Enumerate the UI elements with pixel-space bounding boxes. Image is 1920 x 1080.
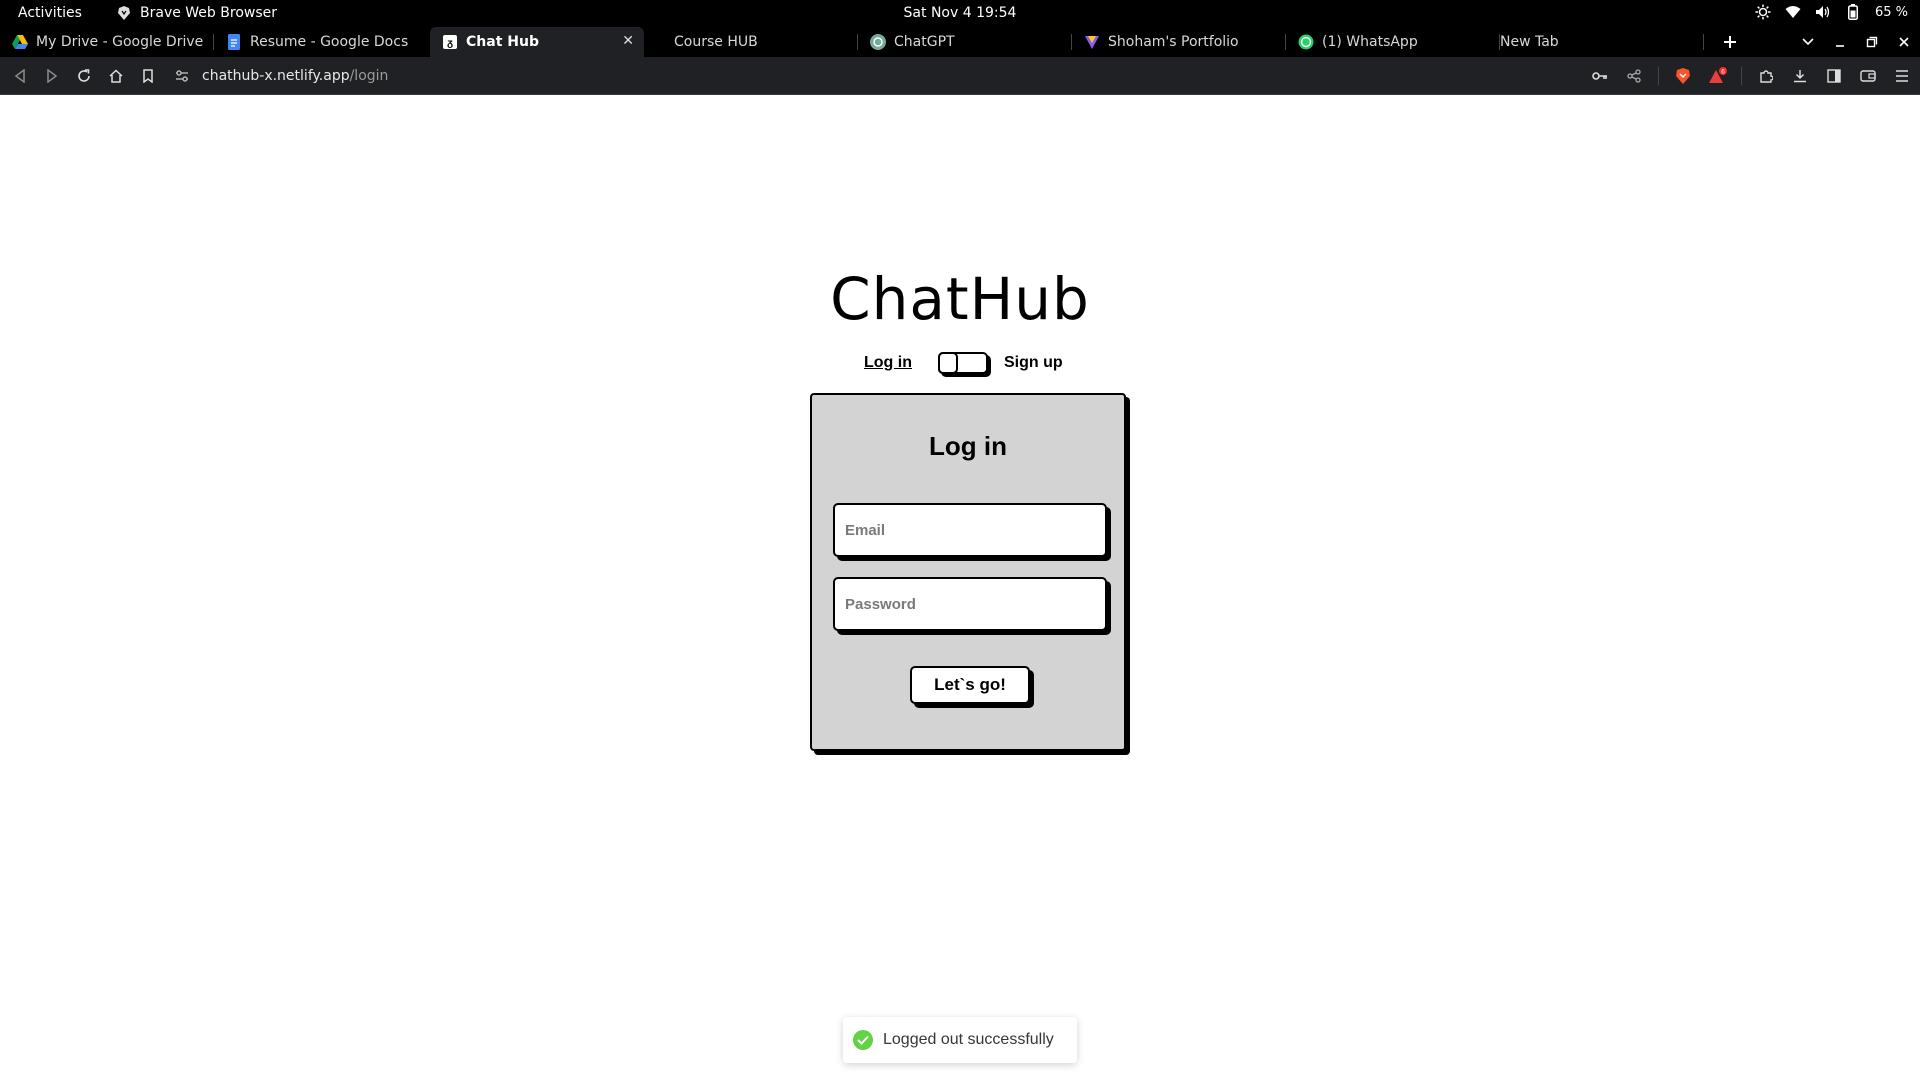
logout-toast: Logged out successfully: [843, 1017, 1077, 1063]
submit-login-button[interactable]: Let`s go!: [910, 666, 1030, 704]
window-controls: [1714, 27, 1920, 57]
svg-text:6: 6: [1721, 69, 1725, 76]
forward-icon[interactable]: [42, 66, 62, 86]
wifi-icon: [1785, 4, 1801, 20]
volume-icon: [1815, 4, 1831, 20]
close-window-icon[interactable]: [1888, 27, 1920, 57]
clock[interactable]: Sat Nov 4 19:54: [904, 5, 1017, 21]
site-settings-icon[interactable]: [172, 66, 192, 86]
download-icon[interactable]: [1790, 66, 1810, 86]
brightness-icon: [1755, 4, 1771, 20]
brave-shields-icon[interactable]: [1673, 66, 1693, 86]
login-switch-label[interactable]: Log in: [864, 354, 912, 372]
brave-lion-icon: [116, 5, 132, 21]
close-tab-icon[interactable]: ✕: [622, 33, 634, 49]
app-menu[interactable]: Brave Web Browser: [116, 5, 277, 21]
toggle-knob: [937, 352, 958, 374]
svg-text:ᵹ: ᵹ: [447, 38, 453, 49]
battery-icon: [1845, 4, 1861, 20]
toast-message: Logged out successfully: [883, 1031, 1054, 1048]
system-tray[interactable]: 65 %: [1755, 4, 1908, 20]
portfolio-icon: [1084, 34, 1100, 50]
url-bar[interactable]: chathub-x.netlify.app/login: [172, 62, 1592, 90]
tab-title: (1) WhatsApp: [1322, 34, 1418, 50]
battery-percentage: 65 %: [1874, 4, 1908, 20]
page-content: ChatHub Log in Sign up Log in Let`s go! …: [0, 95, 1920, 1080]
email-field[interactable]: [833, 503, 1107, 557]
tab-title: Course HUB: [674, 34, 758, 50]
tab-google-docs[interactable]: Resume - Google Docs: [214, 27, 430, 57]
google-docs-icon: [226, 34, 242, 50]
google-drive-icon: [12, 34, 28, 50]
login-signup-toggle[interactable]: [937, 352, 988, 374]
chatgpt-icon: [870, 34, 886, 50]
tab-strip: My Drive - Google Drive Resume - Google …: [0, 27, 1920, 57]
password-key-icon[interactable]: [1590, 66, 1610, 86]
restore-icon[interactable]: [1856, 27, 1888, 57]
app-name: Brave Web Browser: [140, 5, 277, 21]
tab-portfolio[interactable]: Shoham's Portfolio: [1072, 27, 1286, 57]
tab-new-tab[interactable]: New Tab: [1488, 27, 1704, 57]
tab-search-chevron-down-icon[interactable]: [1792, 27, 1824, 57]
minimize-icon[interactable]: [1824, 27, 1856, 57]
activities-button[interactable]: Activities: [18, 5, 82, 21]
url-host: chathub-x.netlify.app: [202, 68, 350, 84]
extensions-icon[interactable]: [1756, 66, 1776, 86]
system-top-bar: Activities Brave Web Browser Sat Nov 4 1…: [0, 0, 1920, 27]
login-signup-switch: Log in Sign up: [864, 347, 1063, 379]
sidebar-icon[interactable]: [1824, 66, 1844, 86]
menu-hamburger-icon[interactable]: [1892, 66, 1912, 86]
login-card: Log in Let`s go!: [810, 393, 1126, 751]
share-icon[interactable]: [1624, 66, 1644, 86]
tab-title: ChatGPT: [894, 34, 955, 50]
browser-toolbar: chathub-x.netlify.app/login 6: [0, 57, 1920, 95]
tab-chat-hub[interactable]: ᵹ Chat Hub ✕: [430, 27, 644, 57]
whatsapp-icon: [1298, 34, 1314, 50]
chathub-favicon: ᵹ: [442, 34, 458, 50]
home-icon[interactable]: [106, 66, 126, 86]
tab-chatgpt[interactable]: ChatGPT: [858, 27, 1072, 57]
chathub-logo: ChatHub: [830, 265, 1090, 333]
tab-whatsapp[interactable]: (1) WhatsApp: [1286, 27, 1500, 57]
wallet-icon[interactable]: [1858, 66, 1878, 86]
tab-title: Resume - Google Docs: [250, 34, 409, 50]
bookmark-icon[interactable]: [138, 66, 158, 86]
new-tab-plus-icon[interactable]: [1714, 27, 1746, 57]
tab-course-hub[interactable]: Course HUB: [644, 27, 858, 57]
success-check-icon: [853, 1030, 873, 1050]
tab-google-drive[interactable]: My Drive - Google Drive: [0, 27, 214, 57]
password-field[interactable]: [833, 577, 1107, 631]
url-path: /login: [349, 68, 389, 84]
tab-title: Chat Hub: [466, 34, 539, 50]
tab-title: Shoham's Portfolio: [1108, 34, 1239, 50]
back-icon[interactable]: [10, 66, 30, 86]
brave-rewards-icon[interactable]: 6: [1707, 66, 1727, 86]
tab-title: New Tab: [1500, 34, 1559, 50]
tab-title: My Drive - Google Drive: [36, 34, 204, 50]
reload-icon[interactable]: [74, 66, 94, 86]
signup-switch-label[interactable]: Sign up: [1004, 354, 1063, 372]
login-heading: Log in: [929, 431, 1007, 461]
